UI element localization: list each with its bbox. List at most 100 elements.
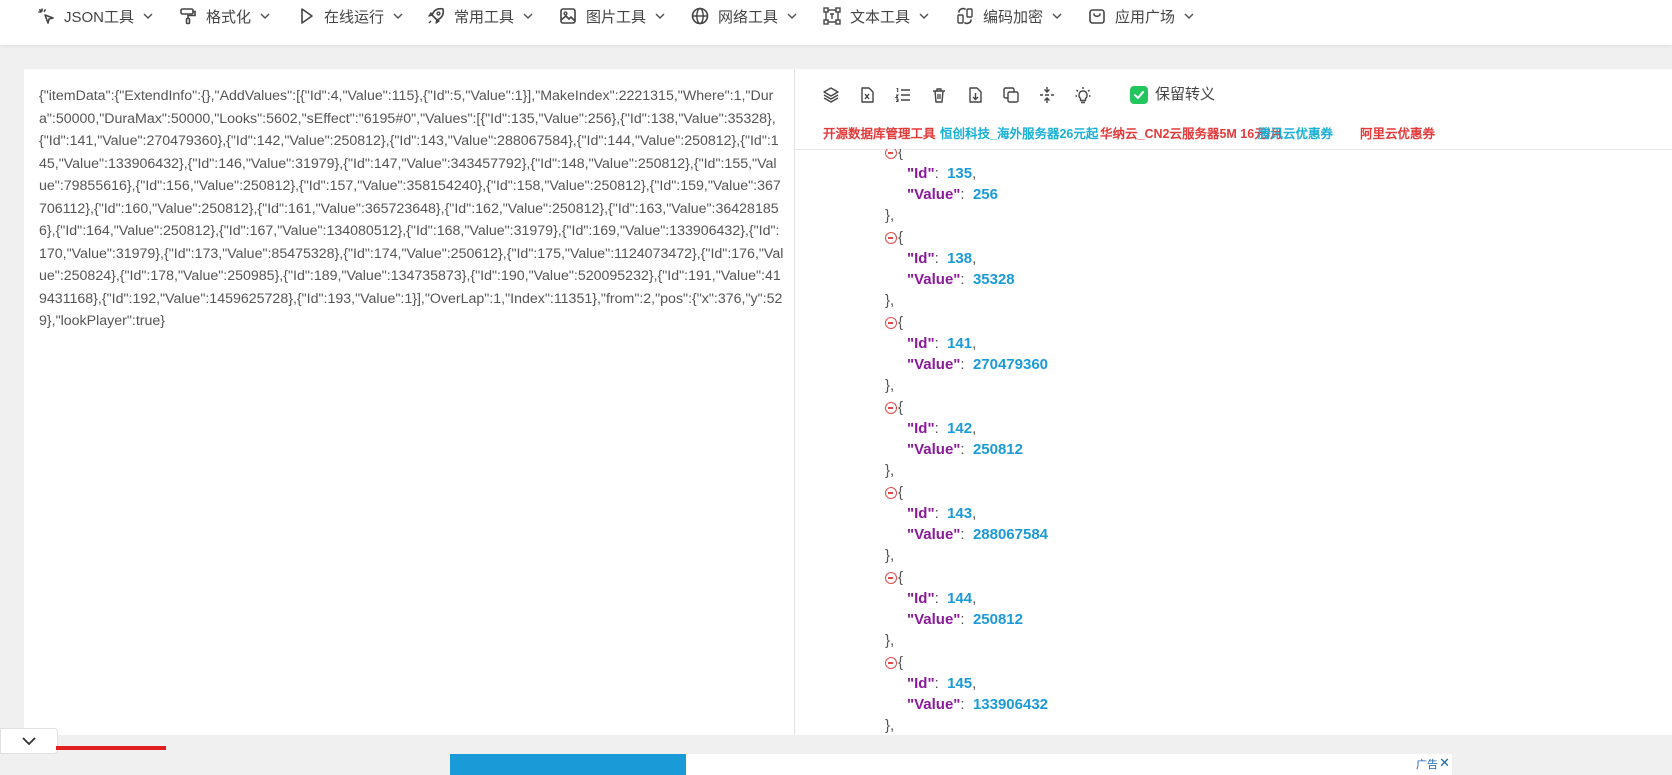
collapse-toggle-icon[interactable] xyxy=(885,149,897,160)
nav-item-8[interactable]: 编码加密 xyxy=(955,0,1063,32)
json-object-open: { xyxy=(885,482,903,504)
json-number: 144 xyxy=(947,590,973,607)
promo-link[interactable]: 开源数据库管理工具 xyxy=(823,123,936,142)
json-input-text[interactable]: {"itemData":{"ExtendInfo":{},"AddValues"… xyxy=(39,85,784,333)
json-object-open: { xyxy=(885,312,903,334)
rocket-icon xyxy=(428,7,445,24)
json-key: "Id" xyxy=(907,165,935,182)
toolbar-button-download-file[interactable] xyxy=(964,84,986,106)
json-object-open: { xyxy=(885,227,903,249)
chevron-down-icon xyxy=(1052,13,1062,20)
chevron-down-icon xyxy=(1184,13,1194,20)
json-key: "Value" xyxy=(907,696,961,713)
ad-image[interactable] xyxy=(450,754,686,775)
toolbar-button-layers[interactable] xyxy=(820,84,842,106)
promo-link[interactable]: 阿里云优惠券 xyxy=(1360,123,1435,142)
globe-icon xyxy=(691,7,709,25)
trash-icon xyxy=(933,88,945,103)
json-object-open: { xyxy=(885,652,903,674)
nav-item-3[interactable]: 在线运行 xyxy=(296,0,404,32)
chevron-down-icon xyxy=(22,737,36,746)
json-number: 145 xyxy=(947,675,973,692)
chevron-down-icon xyxy=(143,13,153,20)
collapse-panel-button[interactable] xyxy=(0,728,58,754)
keep-escape-label: 保留转义 xyxy=(1155,86,1216,103)
json-object-open: { xyxy=(885,149,903,164)
json-number: 138 xyxy=(947,250,973,267)
collapse-toggle-icon[interactable] xyxy=(885,232,897,245)
json-object-close: }, xyxy=(885,207,895,224)
toolbar-button-copy[interactable] xyxy=(1000,84,1022,106)
collapse-toggle-icon[interactable] xyxy=(885,657,897,670)
toolbar-button-compress[interactable] xyxy=(1036,84,1058,106)
ordered-list-icon xyxy=(894,87,910,103)
collapse-toggle-icon[interactable] xyxy=(885,487,897,500)
json-input-panel[interactable]: {"itemData":{"ExtendInfo":{},"AddValues"… xyxy=(24,69,795,735)
nav-item-label: 文本工具 xyxy=(850,8,911,26)
json-key: "Id" xyxy=(907,420,935,437)
toolbar-button-lightbulb[interactable] xyxy=(1072,84,1094,106)
json-key: "Value" xyxy=(907,271,961,288)
json-line-id: "Id": 141, xyxy=(907,335,977,352)
toolbar-button-ordered-list[interactable] xyxy=(892,84,914,106)
nav-item-5[interactable]: 图片工具 xyxy=(558,0,666,32)
nav-item-label: 应用广场 xyxy=(1115,8,1176,26)
nav-item-6[interactable]: 网络工具 xyxy=(690,0,798,32)
json-key: "Value" xyxy=(907,356,961,373)
text-frame-icon xyxy=(823,7,841,25)
keep-escape-checkbox[interactable] xyxy=(1130,86,1148,104)
nav-item-2[interactable]: 格式化 xyxy=(178,0,271,32)
play-icon xyxy=(301,8,313,24)
json-number: 270479360 xyxy=(972,356,1049,373)
check-icon xyxy=(1134,91,1144,99)
json-key: "Value" xyxy=(907,186,961,203)
json-object-close: }, xyxy=(885,547,895,564)
json-line-value: "Value": 250812 xyxy=(907,611,1023,628)
toolbar-button-excel[interactable] xyxy=(856,84,878,106)
json-line-value: "Value": 250812 xyxy=(907,441,1023,458)
red-progress-strip xyxy=(56,746,166,750)
chevron-down-icon xyxy=(655,13,665,20)
download-file-icon xyxy=(969,87,982,103)
json-key: "Value" xyxy=(907,526,961,543)
nav-item-9[interactable]: 应用广场 xyxy=(1087,0,1195,32)
json-line-value: "Value": 133906432 xyxy=(907,696,1049,713)
nav-item-1[interactable]: JSON工具 xyxy=(36,0,154,32)
json-tree-view: {"Id": 135, "Value": 256},{"Id": 138, "Val… xyxy=(795,149,1672,735)
layers-icon xyxy=(823,87,839,103)
nav-item-4[interactable]: 常用工具 xyxy=(426,0,534,32)
promo-link[interactable]: 腾讯云优惠券 xyxy=(1258,123,1333,142)
json-line-id: "Id": 135, xyxy=(907,165,977,182)
ad-close-button[interactable]: ✕ xyxy=(1439,755,1450,771)
nav-item-label: 在线运行 xyxy=(324,8,385,26)
json-key: "Value" xyxy=(907,441,961,458)
top-nav: JSON工具 格式化 在线运行 常用工具 图片工具 网络工具 文本工具 编码加密 应用广场 xyxy=(0,0,1672,45)
json-number: 133906432 xyxy=(972,696,1049,713)
json-object-close: }, xyxy=(885,292,895,309)
json-line-id: "Id": 138, xyxy=(907,250,977,267)
promo-link[interactable]: 华纳云_CN2云服务器5M 16元/月 xyxy=(1100,123,1283,142)
json-number: 143 xyxy=(947,505,973,522)
json-number: 35328 xyxy=(972,271,1015,288)
lightbulb-icon xyxy=(1075,87,1091,104)
copy-icon xyxy=(1003,87,1019,103)
compress-icon xyxy=(1040,87,1054,103)
json-object-close: }, xyxy=(885,377,895,394)
json-object-open: { xyxy=(885,397,903,419)
ad-banner[interactable]: 广告 ✕ xyxy=(450,754,1452,775)
json-object-close: }, xyxy=(885,717,895,734)
collapse-toggle-icon[interactable] xyxy=(885,402,897,415)
json-key: "Id" xyxy=(907,505,935,522)
toolbar-button-trash[interactable] xyxy=(928,84,950,106)
app-store-icon xyxy=(1089,9,1105,24)
chevron-down-icon xyxy=(523,13,533,20)
nav-item-7[interactable]: 文本工具 xyxy=(822,0,930,32)
promo-link[interactable]: 恒创科技_海外服务器26元起 xyxy=(940,123,1098,142)
json-object-open: { xyxy=(885,567,903,589)
chevron-down-icon xyxy=(393,13,403,20)
collapse-toggle-icon[interactable] xyxy=(885,317,897,330)
collapse-toggle-icon[interactable] xyxy=(885,572,897,585)
json-object-close: }, xyxy=(885,462,895,479)
chevron-down-icon xyxy=(787,13,797,20)
json-key: "Id" xyxy=(907,590,935,607)
